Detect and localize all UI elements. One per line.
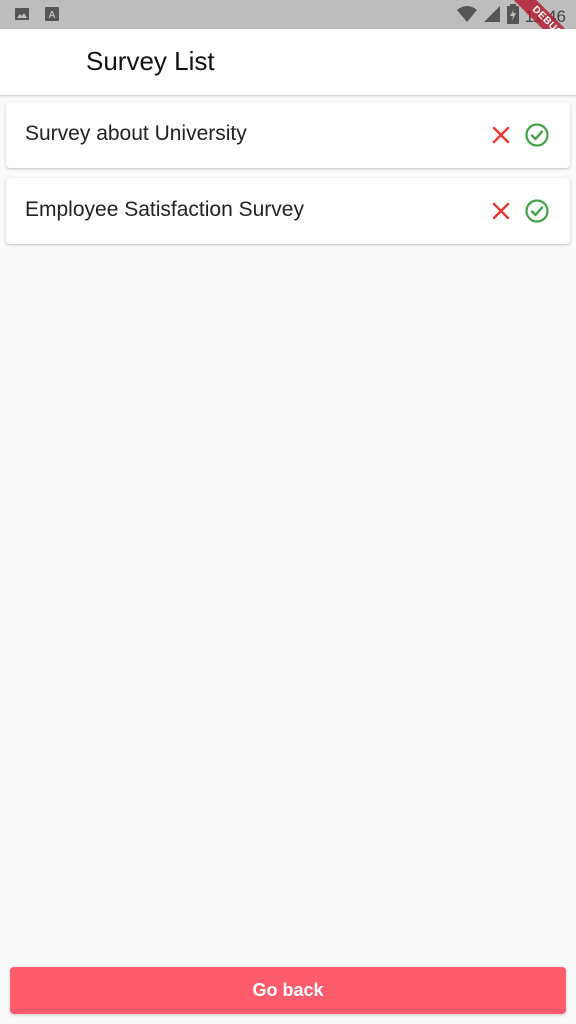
close-icon	[492, 126, 510, 144]
page-title: Survey List	[86, 46, 215, 76]
close-icon	[492, 202, 510, 220]
accept-survey-button[interactable]	[524, 198, 550, 224]
survey-title: Survey about University	[25, 122, 247, 145]
survey-list-screen: A 11:46 DEBUG Survey List Survey about U…	[0, 0, 576, 1024]
font-a-icon: A	[44, 6, 60, 27]
status-bar: A 11:46	[0, 0, 576, 29]
status-left-icons: A	[14, 6, 60, 27]
survey-card[interactable]: Survey about University	[6, 102, 570, 168]
survey-list: Survey about University Employee Satisfa…	[6, 102, 570, 254]
survey-card[interactable]: Employee Satisfaction Survey	[6, 178, 570, 244]
signal-icon	[483, 5, 501, 28]
app-bar: Survey List	[0, 29, 576, 96]
reject-survey-button[interactable]	[488, 198, 514, 224]
check-circle-icon	[525, 123, 549, 147]
wifi-icon	[456, 5, 477, 28]
accept-survey-button[interactable]	[524, 122, 550, 148]
svg-text:A: A	[48, 10, 55, 21]
status-right-icons: 11:46	[456, 4, 566, 29]
check-circle-icon	[525, 199, 549, 223]
survey-actions	[488, 198, 550, 224]
image-icon	[14, 6, 30, 27]
survey-title: Employee Satisfaction Survey	[25, 198, 304, 221]
reject-survey-button[interactable]	[488, 122, 514, 148]
battery-icon	[506, 4, 519, 29]
survey-actions	[488, 122, 550, 148]
go-back-button[interactable]: Go back	[10, 967, 566, 1014]
status-time: 11:46	[524, 6, 566, 26]
